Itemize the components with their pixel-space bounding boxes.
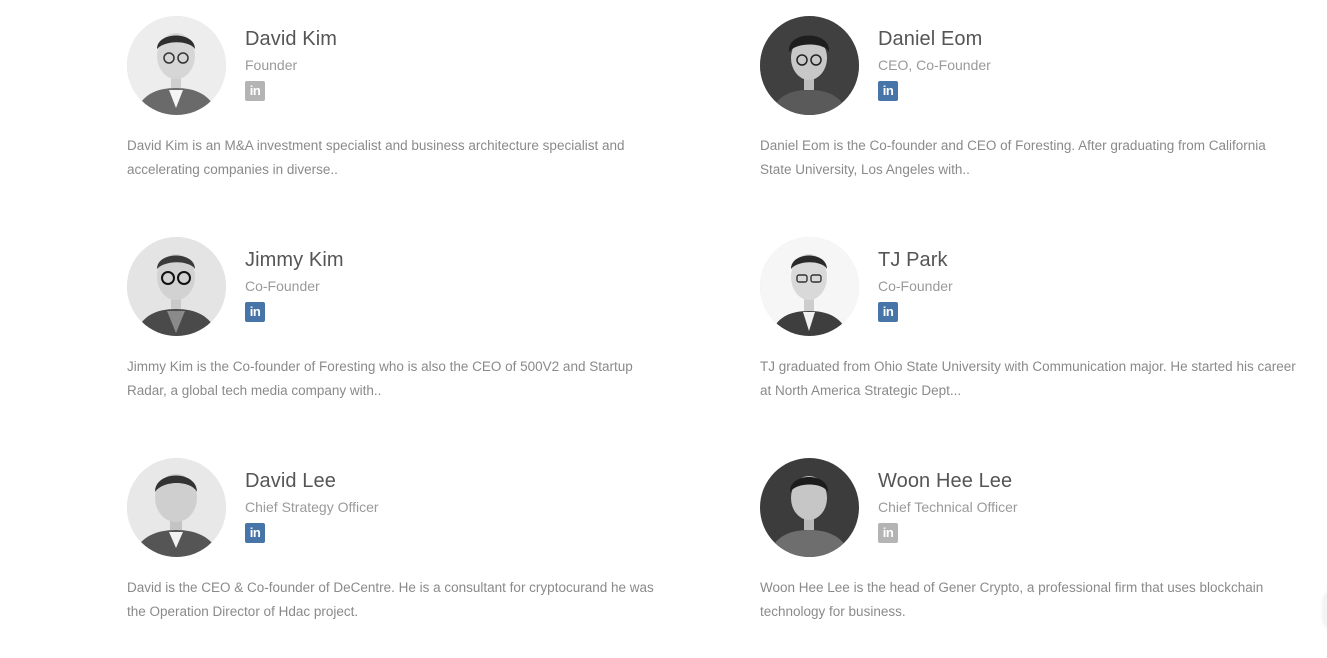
member-name: David Kim [245,28,338,50]
member-bio: Woon Hee Lee is the head of Gener Crypto… [760,580,1264,619]
linkedin-glyph: in [882,83,894,98]
member-name: Daniel Eom [878,28,983,50]
member-role: Co-Founder [245,278,320,294]
avatar [760,16,859,115]
member-name: TJ Park [878,249,948,271]
scroll-to-top-button[interactable] [1323,590,1327,630]
linkedin-glyph: in [882,304,894,319]
member-name: Jimmy Kim [245,249,344,271]
member-bio: TJ graduated from Ohio State University … [760,359,1296,398]
member-role: Founder [245,57,298,73]
avatar [127,458,226,557]
member-bio: David is the CEO & Co-founder of DeCentr… [127,580,654,619]
member-name: David Lee [245,470,336,492]
avatar [127,237,226,336]
linkedin-icon[interactable]: in [245,523,265,543]
linkedin-glyph: in [249,304,261,319]
linkedin-icon[interactable]: in [878,81,898,101]
linkedin-glyph: in [249,83,261,98]
member-role: Co-Founder [878,278,953,294]
linkedin-glyph: in [249,525,261,540]
avatar [760,458,859,557]
linkedin-glyph: in [882,525,894,540]
team-grid: David Kim Founder in David Kim is an M&A… [0,0,1327,658]
member-role: Chief Strategy Officer [245,499,379,515]
avatar [127,16,226,115]
member-role: Chief Technical Officer [878,499,1018,515]
linkedin-icon[interactable]: in [245,302,265,322]
member-bio: David Kim is an M&A investment specialis… [127,138,625,177]
member-name: Woon Hee Lee [878,470,1013,492]
avatar [760,237,859,336]
member-bio: Daniel Eom is the Co-founder and CEO of … [760,138,1266,177]
linkedin-icon[interactable]: in [878,302,898,322]
linkedin-icon[interactable]: in [878,523,898,543]
member-bio: Jimmy Kim is the Co-founder of Foresting… [127,359,633,398]
member-role: CEO, Co-Founder [878,57,991,73]
linkedin-icon[interactable]: in [245,81,265,101]
